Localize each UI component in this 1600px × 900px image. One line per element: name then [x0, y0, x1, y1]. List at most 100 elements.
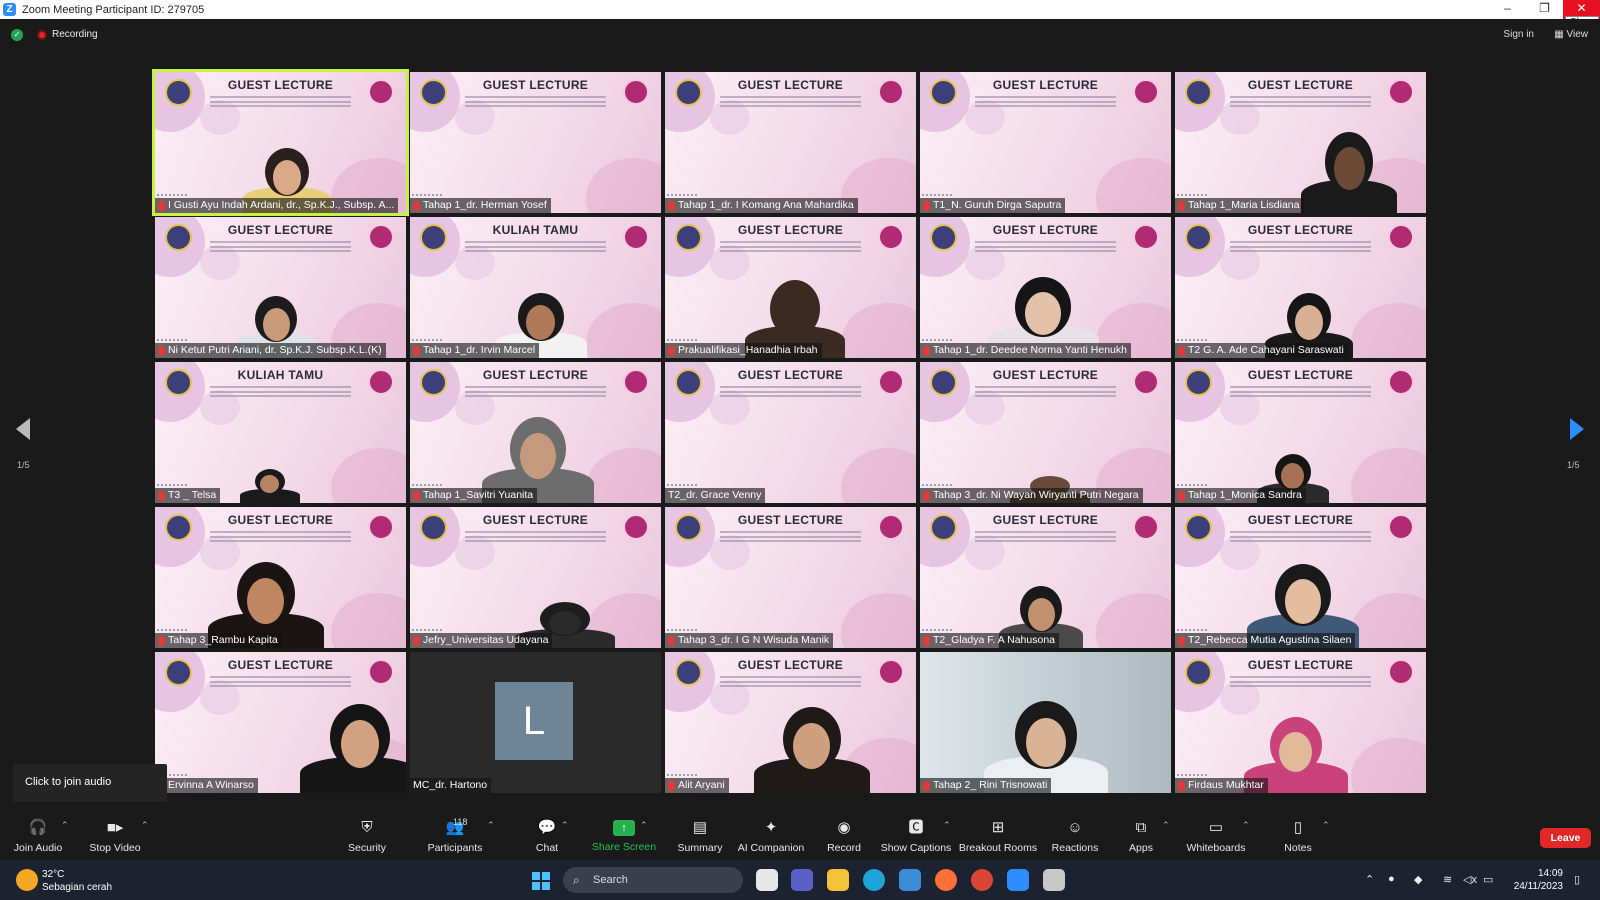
shield-icon[interactable]: ✓: [11, 29, 23, 41]
recording-indicator[interactable]: Recording: [37, 29, 98, 40]
participant-name-label: Tahap 1_dr. Herman Yosef: [410, 198, 551, 213]
background-subtitle-line: [720, 101, 861, 103]
participant-video-tile[interactable]: GUEST LECTURE Tahap 1_dr. Herman Yosef: [410, 72, 661, 213]
muted-mic-icon: [923, 490, 930, 501]
chat-app-icon[interactable]: [791, 869, 813, 891]
share-options-chevron-icon[interactable]: ⌃: [640, 820, 648, 831]
chrome-icon[interactable]: [971, 869, 993, 891]
firefox-icon[interactable]: [935, 869, 957, 891]
participant-video-tile[interactable]: GUEST LECTURE Tahap 1_Savitri Yuanita: [410, 362, 661, 503]
whiteboards-chevron-icon[interactable]: ⌃: [1242, 820, 1250, 831]
participant-video-tile[interactable]: GUEST LECTURE Ervinna A Winarso: [155, 652, 406, 793]
summary-document-icon: ▤: [692, 819, 708, 836]
participant-video-tile[interactable]: KULIAH TAMU T3 _ Telsa: [155, 362, 406, 503]
recording-label: Recording: [52, 29, 98, 40]
microsoft-store-icon[interactable]: [899, 869, 921, 891]
participant-face: [1025, 292, 1061, 335]
tray-app-icon[interactable]: ◆: [1414, 873, 1422, 886]
participants-chevron-icon[interactable]: ⌃: [487, 820, 495, 831]
participant-face: [1028, 598, 1055, 631]
battery-icon[interactable]: ▭: [1483, 873, 1493, 886]
participant-video-tile[interactable]: GUEST LECTURE T2_Rebecca Mutia Agustina S…: [1175, 507, 1426, 648]
speaker-muted-icon[interactable]: ◁x: [1463, 873, 1477, 886]
taskbar-search-label: Search: [593, 874, 628, 886]
participant-name: Tahap 1_Monica Sandra: [1188, 489, 1302, 501]
video-options-chevron-icon[interactable]: ⌃: [141, 820, 149, 831]
notes-button[interactable]: ▯ Notes: [1278, 812, 1318, 860]
tray-chrome-icon[interactable]: ●: [1388, 873, 1395, 885]
participant-video-tile[interactable]: GUEST LECTURE Jefry_Universitas Udayana: [410, 507, 661, 648]
participant-video-tile[interactable]: GUEST LECTURE Prakualifikasi_Hanadhia Irb…: [665, 217, 916, 358]
participant-video-tile[interactable]: GUEST LECTURE Alit Aryani: [665, 652, 916, 793]
virtual-background-heading: GUEST LECTURE: [1247, 658, 1354, 672]
whiteboards-button[interactable]: ▭ Whiteboards: [1184, 812, 1248, 860]
tray-overflow-chevron-icon[interactable]: ⌃: [1365, 873, 1374, 886]
weather-description[interactable]: Sebagian cerah: [42, 882, 112, 893]
participant-video-tile[interactable]: GUEST LECTURE T1_N. Guruh Dirga Saputra: [920, 72, 1171, 213]
wifi-icon[interactable]: ≋: [1443, 873, 1452, 886]
participant-name-label: T3 _ Telsa: [155, 488, 221, 503]
ai-companion-button[interactable]: ✦ AI Companion: [736, 812, 806, 860]
participant-video-tile[interactable]: GUEST LECTURE Tahap 1_dr. I Komang Ana Ma…: [665, 72, 916, 213]
participant-video-tile[interactable]: GUEST LECTURE Tahap 3_dr. Ni Wayan Wiryan…: [920, 362, 1171, 503]
participant-face: [1334, 147, 1365, 190]
sign-in-link[interactable]: Sign in: [1503, 29, 1534, 40]
reactions-button[interactable]: ☺ Reactions: [1050, 812, 1100, 860]
participant-video-person: [1301, 93, 1426, 213]
task-view-icon[interactable]: [756, 869, 778, 891]
breakout-rooms-button[interactable]: ⊞ Breakout Rooms: [959, 812, 1037, 860]
wave-decoration: [1177, 335, 1207, 341]
leave-button[interactable]: Leave: [1540, 828, 1591, 848]
chat-chevron-icon[interactable]: ⌃: [561, 820, 569, 831]
taskbar-search-box[interactable]: ⌕ Search: [563, 867, 743, 893]
security-button[interactable]: ⛨ Security: [340, 812, 394, 860]
participant-name: T2_dr. Grace Venny: [668, 489, 762, 501]
weather-sun-icon[interactable]: [16, 869, 38, 891]
stop-video-button[interactable]: ■▸ Stop Video: [88, 812, 142, 860]
participant-video-person: [1265, 238, 1407, 358]
apps-chevron-icon[interactable]: ⌃: [1162, 820, 1170, 831]
summary-button[interactable]: ▤ Summary: [675, 812, 725, 860]
participants-button[interactable]: 👥 118 Participants: [422, 812, 488, 860]
participant-video-tile[interactable]: GUEST LECTURE Tahap 3_Rambu Kapita: [155, 507, 406, 648]
apps-button[interactable]: ⧉ Apps: [1124, 812, 1158, 860]
participant-video-tile[interactable]: GUEST LECTURE Tahap 3_dr. I G N Wisuda Ma…: [665, 507, 916, 648]
participant-video-tile[interactable]: GUEST LECTURE Tahap 1_Monica Sandra: [1175, 362, 1426, 503]
notification-icon[interactable]: ▯: [1574, 873, 1580, 886]
zoom-taskbar-icon[interactable]: [1007, 869, 1029, 891]
participant-name-label: Tahap 1_Maria Lisdiana: [1175, 198, 1304, 213]
participant-name-label: Tahap 1_dr. Deedee Norma Yanti Henukh: [920, 343, 1131, 358]
snipping-tool-icon[interactable]: [1043, 869, 1065, 891]
taskbar-clock[interactable]: 14:09 24/11/2023: [1503, 867, 1563, 893]
participant-video-tile[interactable]: GUEST LECTURE I Gusti Ayu Indah Ardani, d…: [152, 69, 409, 216]
participant-video-tile[interactable]: GUEST LECTURE T2_dr. Grace Venny: [665, 362, 916, 503]
participant-video-tile[interactable]: Tahap 2_ Rini Trisnowati: [920, 652, 1171, 793]
edge-browser-icon[interactable]: [863, 869, 885, 891]
windows-start-icon[interactable]: [532, 872, 550, 890]
page-indicator-left: 1/5: [17, 460, 30, 470]
view-button[interactable]: ▦ View: [1554, 29, 1588, 40]
audio-options-chevron-icon[interactable]: ⌃: [61, 820, 69, 831]
participant-video-tile[interactable]: L MC_dr. Hartono: [410, 652, 661, 793]
background-subtitle-line: [975, 96, 1116, 98]
captions-chevron-icon[interactable]: ⌃: [943, 820, 951, 831]
participant-video-tile[interactable]: GUEST LECTURE Firdaus Mukhtar: [1175, 652, 1426, 793]
participant-face: [520, 433, 556, 479]
minimize-button[interactable]: –: [1489, 0, 1526, 19]
weather-temperature[interactable]: 32°C: [42, 869, 64, 880]
participant-video-tile[interactable]: GUEST LECTURE T2 G. A. Ade Cahayani Saras…: [1175, 217, 1426, 358]
next-page-arrow-icon[interactable]: [1570, 418, 1584, 440]
record-button[interactable]: ◉ Record: [822, 812, 866, 860]
participant-video-tile[interactable]: GUEST LECTURE T2_Gladya F. A Nahusona: [920, 507, 1171, 648]
participant-video-tile[interactable]: GUEST LECTURE Tahap 1_dr. Deedee Norma Ya…: [920, 217, 1171, 358]
participant-video-tile[interactable]: GUEST LECTURE Ni Ketut Putri Ariani, dr. …: [155, 217, 406, 358]
participant-video-tile[interactable]: GUEST LECTURE Tahap 1_Maria Lisdiana: [1175, 72, 1426, 213]
file-explorer-icon[interactable]: [827, 869, 849, 891]
participant-video-tile[interactable]: KULIAH TAMU Tahap 1_dr. Irvin Marcel: [410, 217, 661, 358]
maximize-button[interactable]: ❐: [1526, 0, 1563, 19]
show-captions-button[interactable]: 🅲 Show Captions: [880, 812, 952, 860]
join-audio-button[interactable]: 🎧 Join Audio: [12, 812, 64, 860]
previous-page-arrow-icon[interactable]: [16, 418, 30, 440]
wave-decoration: [157, 190, 187, 196]
notes-chevron-icon[interactable]: ⌃: [1322, 820, 1330, 831]
